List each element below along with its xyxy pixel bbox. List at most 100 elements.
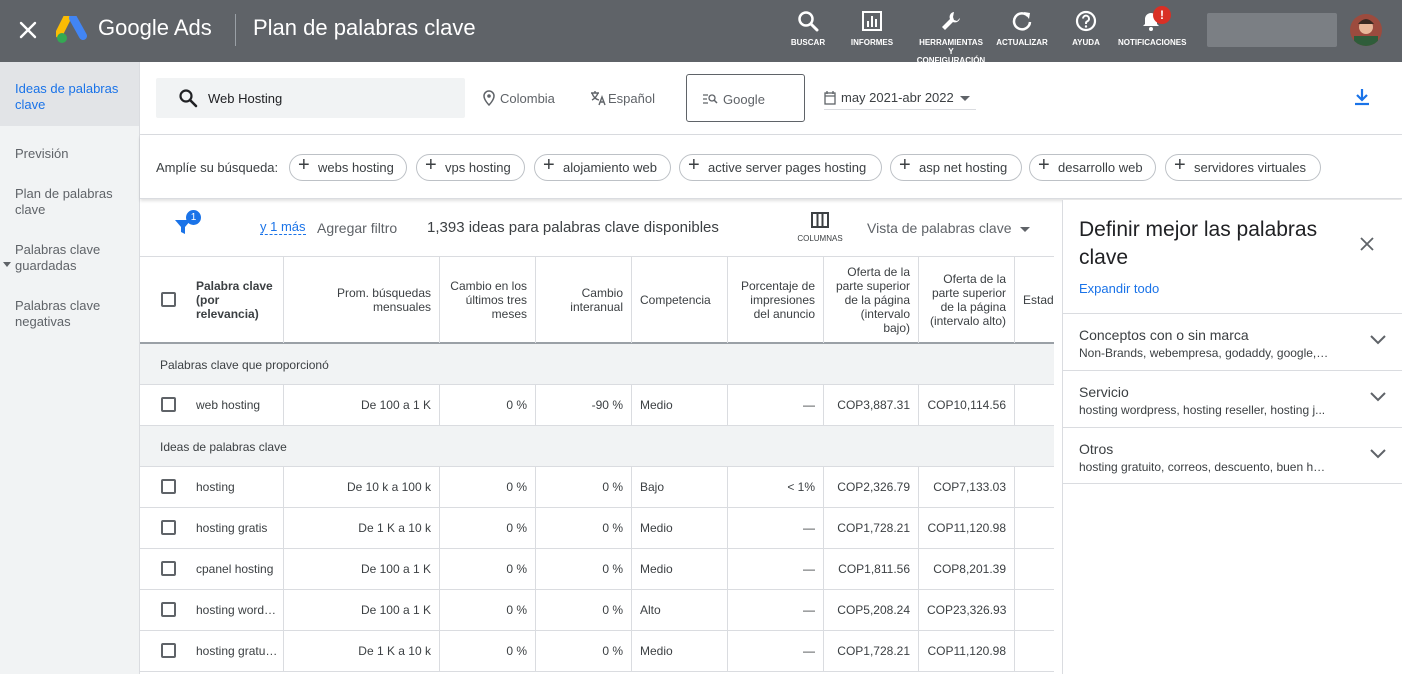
cell-three-month-change: 0 % bbox=[440, 385, 536, 425]
header-avg-searches[interactable]: Prom. búsquedas mensuales bbox=[284, 257, 440, 343]
columns-button[interactable]: COLUMNAS bbox=[790, 212, 850, 243]
more-filters-link[interactable]: y 1 más bbox=[260, 220, 306, 235]
help-icon bbox=[1075, 10, 1097, 32]
refine-group[interactable]: Otros hosting gratuito, correos, descuen… bbox=[1063, 427, 1402, 484]
table-row[interactable]: hosting gratis De 1 K a 10 k0 % 0 % Medio — C… bbox=[140, 508, 1054, 549]
wrench-icon bbox=[942, 12, 960, 30]
cell-competition: Medio bbox=[632, 508, 728, 548]
search-button-label: BUSCAR bbox=[790, 38, 826, 47]
cell-competition: Medio bbox=[632, 631, 728, 671]
cell-avg-searches: De 100 a 1 K bbox=[284, 385, 440, 425]
row-checkbox[interactable] bbox=[161, 520, 176, 535]
sidebar-item-negative-keywords[interactable]: Palabras clave negativas bbox=[0, 298, 139, 330]
table-row[interactable]: hosting gratu… De 1 K a 10 k0 % 0 % Medio — C… bbox=[140, 631, 1054, 672]
keyword-search-input[interactable]: Web Hosting bbox=[156, 78, 465, 118]
broaden-chip[interactable]: asp net hosting bbox=[890, 153, 1022, 181]
search-settings-row: Web Hosting Colombia Español Google may … bbox=[140, 62, 1402, 135]
network-value: Google bbox=[723, 92, 765, 107]
cell-bid-low: COP5,208.24 bbox=[824, 590, 919, 630]
refresh-icon bbox=[1012, 12, 1032, 31]
reports-button[interactable]: INFORMES bbox=[846, 10, 898, 47]
table-row[interactable]: web hosting De 100 a 1 K0 % -90 % Medio — COP… bbox=[140, 385, 1054, 426]
notification-badge: ! bbox=[1153, 6, 1171, 24]
columns-icon bbox=[811, 212, 829, 228]
keyword-view-dropdown[interactable]: Vista de palabras clave bbox=[867, 220, 1030, 236]
refine-group[interactable]: Conceptos con o sin marca Non-Brands, we… bbox=[1063, 313, 1402, 370]
side-nav: Ideas de palabras clave Previsión Plan d… bbox=[0, 62, 140, 674]
broaden-chip[interactable]: desarrollo web bbox=[1029, 153, 1156, 181]
refine-group[interactable]: Servicio hosting wordpress, hosting rese… bbox=[1063, 370, 1402, 427]
broaden-search-bar: Amplíe su búsqueda: webs hosting vps hos… bbox=[140, 135, 1402, 199]
keyword-search-value: Web Hosting bbox=[208, 91, 283, 106]
notifications-button[interactable]: NOTIFICACIONES bbox=[1118, 10, 1186, 47]
cell-impression-share: < 1% bbox=[728, 467, 824, 507]
row-checkbox-cell bbox=[140, 385, 188, 425]
row-checkbox[interactable] bbox=[161, 479, 176, 494]
sidebar-item-forecast[interactable]: Previsión bbox=[0, 146, 139, 162]
close-icon[interactable] bbox=[16, 18, 40, 42]
row-checkbox-cell bbox=[140, 590, 188, 630]
cell-bid-high: COP23,326.93 bbox=[919, 590, 1015, 630]
broaden-chip[interactable]: servidores virtuales bbox=[1165, 153, 1321, 181]
broaden-chip[interactable]: alojamiento web bbox=[534, 153, 671, 181]
tools-button[interactable]: HERRAMIENTAS Y CONFIGURACIÓN bbox=[916, 10, 986, 65]
cell-keyword: hosting gratu… bbox=[188, 631, 284, 671]
language-filter[interactable]: Español bbox=[591, 91, 655, 106]
row-checkbox[interactable] bbox=[161, 561, 176, 576]
select-all-checkbox[interactable] bbox=[161, 292, 176, 307]
sidebar-item-keyword-plan[interactable]: Plan de palabras clave bbox=[0, 186, 139, 218]
row-checkbox-cell bbox=[140, 631, 188, 671]
search-button[interactable]: BUSCAR bbox=[783, 10, 833, 47]
refresh-button[interactable]: ACTUALIZAR bbox=[994, 10, 1050, 47]
add-filter-button[interactable]: Agregar filtro bbox=[317, 220, 397, 236]
expand-all-link[interactable]: Expandir todo bbox=[1079, 281, 1159, 296]
location-filter[interactable]: Colombia bbox=[483, 90, 555, 106]
cell-yoy-change: 0 % bbox=[536, 631, 632, 671]
keyword-view-label: Vista de palabras clave bbox=[867, 220, 1012, 236]
header-impression-share[interactable]: Porcentaje de impresiones del anuncio bbox=[728, 257, 824, 343]
cell-avg-searches: De 100 a 1 K bbox=[284, 590, 440, 630]
header-bid-low[interactable]: Oferta de la parte superior de la página… bbox=[824, 257, 919, 343]
cell-bid-low: COP2,326.79 bbox=[824, 467, 919, 507]
reports-button-label: INFORMES bbox=[850, 38, 894, 47]
help-button[interactable]: AYUDA bbox=[1064, 10, 1108, 47]
cell-bid-low: COP1,728.21 bbox=[824, 508, 919, 548]
broaden-chip[interactable]: active server pages hosting bbox=[679, 153, 882, 181]
cell-yoy-change: 0 % bbox=[536, 467, 632, 507]
network-selector[interactable]: Google bbox=[686, 74, 805, 122]
header-keyword[interactable]: Palabra clave (por relevancia) bbox=[188, 257, 284, 343]
close-icon[interactable] bbox=[1359, 236, 1375, 252]
table-row[interactable]: hosting word… De 100 a 1 K0 % 0 % Alto — COP5… bbox=[140, 590, 1054, 631]
top-app-bar: Google Ads Plan de palabras clave BUSCAR… bbox=[0, 0, 1402, 65]
cell-keyword: web hosting bbox=[188, 385, 284, 425]
table-row[interactable]: hosting De 10 k a 100 k0 % 0 % Bajo < 1% COP2… bbox=[140, 467, 1054, 508]
broaden-chip[interactable]: webs hosting bbox=[289, 153, 407, 181]
cell-three-month-change: 0 % bbox=[440, 508, 536, 548]
avatar[interactable] bbox=[1350, 14, 1382, 46]
cell-avg-searches: De 1 K a 10 k bbox=[284, 631, 440, 671]
broaden-chip[interactable]: vps hosting bbox=[416, 153, 525, 181]
row-checkbox[interactable] bbox=[161, 602, 176, 617]
header-three-month-change[interactable]: Cambio en los últimos tres meses bbox=[440, 257, 536, 343]
header-competition[interactable]: Competencia bbox=[632, 257, 728, 343]
sidebar-item-saved-keywords[interactable]: Palabras clave guardadas bbox=[0, 242, 139, 274]
sidebar-item-keyword-ideas[interactable]: Ideas de palabras clave bbox=[0, 62, 139, 126]
header-bid-high[interactable]: Oferta de la parte superior de la página… bbox=[919, 257, 1015, 343]
header-yoy-change[interactable]: Cambio interanual bbox=[536, 257, 632, 343]
table-row[interactable]: cpanel hosting De 100 a 1 K0 % 0 % Medio — CO… bbox=[140, 549, 1054, 590]
google-ads-logo-icon bbox=[56, 16, 87, 43]
header-status[interactable]: Estad bbox=[1015, 257, 1054, 343]
refine-group-title: Otros bbox=[1079, 441, 1114, 457]
cell-three-month-change: 0 % bbox=[440, 590, 536, 630]
row-checkbox[interactable] bbox=[161, 643, 176, 658]
row-checkbox[interactable] bbox=[161, 397, 176, 412]
cell-three-month-change: 0 % bbox=[440, 467, 536, 507]
cell-competition: Medio bbox=[632, 385, 728, 425]
account-info-redacted[interactable] bbox=[1207, 13, 1337, 47]
cell-competition: Medio bbox=[632, 549, 728, 589]
bar-chart-icon bbox=[862, 11, 882, 31]
translate-icon bbox=[591, 91, 606, 106]
columns-label: COLUMNAS bbox=[797, 234, 843, 243]
date-range-selector[interactable]: may 2021-abr 2022 bbox=[824, 86, 976, 110]
download-icon[interactable] bbox=[1352, 87, 1372, 107]
